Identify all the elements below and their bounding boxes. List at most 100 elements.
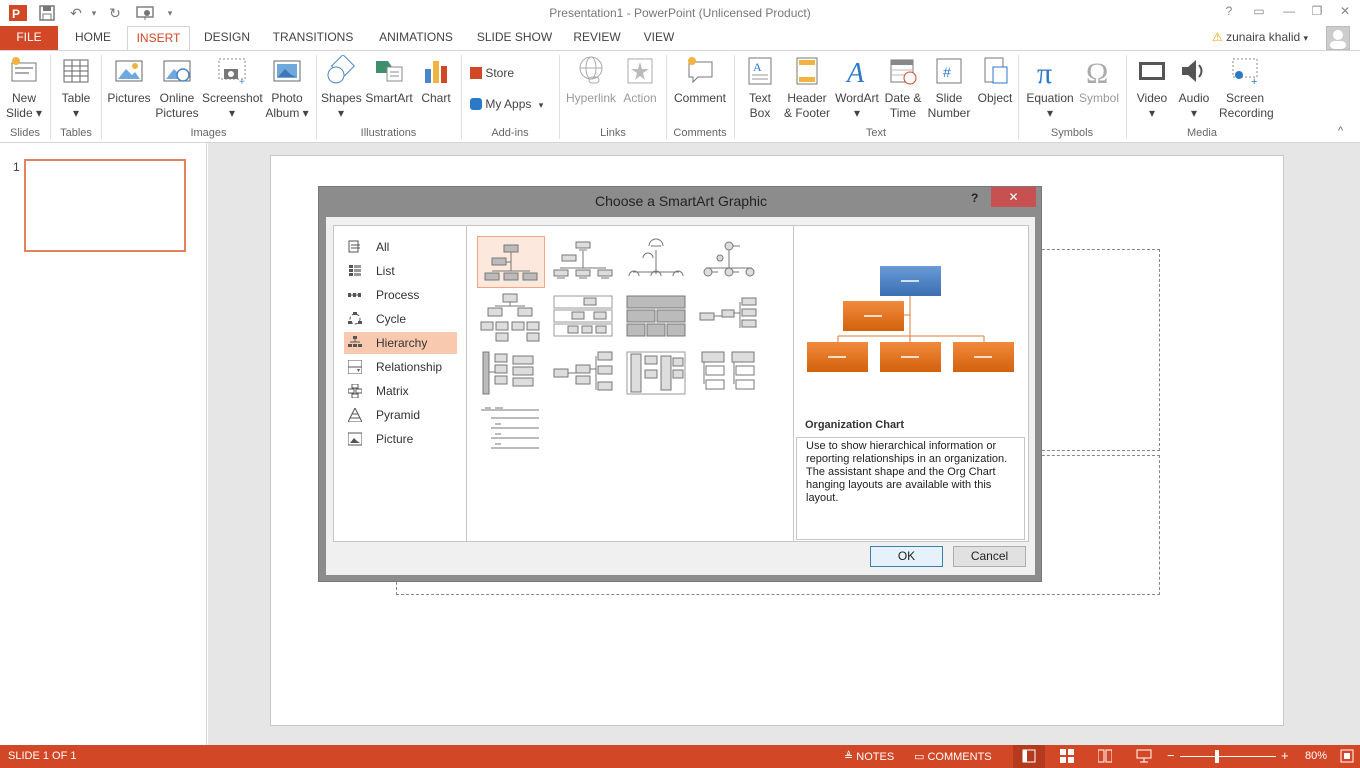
layout-architecture-layout[interactable] [477,348,545,400]
wordart-label: WordArt [835,91,879,105]
preview-description: Use to show hierarchical information or … [796,437,1025,540]
category-hierarchy[interactable]: Hierarchy [344,332,457,354]
category-list-item[interactable]: List [344,260,457,282]
user-account[interactable]: ⚠ zunaira khalid ▾ [1212,26,1308,50]
slide-show-icon[interactable] [1136,749,1152,766]
layout-table-hierarchy[interactable] [623,292,691,344]
tab-transitions[interactable]: TRANSITIONS [267,26,359,50]
date-time-icon [890,59,917,85]
normal-view-button[interactable] [1013,745,1045,768]
category-matrix[interactable]: Matrix [344,380,457,402]
screenshot-button[interactable]: + Screenshot ▾ [202,55,263,121]
help-icon[interactable]: ? [1220,4,1238,20]
online-pictures-button[interactable]: Online Pictures [155,55,199,121]
layout-organization-chart[interactable] [477,236,545,288]
slide-sorter-icon[interactable] [1060,749,1074,766]
store-button[interactable]: Store [470,66,514,84]
dialog-help-icon[interactable]: ? [971,191,985,205]
layout-horizontal-hierarchy[interactable] [696,292,764,344]
layout-lined-list[interactable] [477,404,545,456]
layout-hierarchy-list[interactable] [696,348,764,400]
dialog-close-button[interactable]: ✕ [991,187,1036,207]
zoom-in-icon[interactable]: + [1281,748,1289,763]
layout-hierarchy[interactable] [477,292,545,344]
collapse-ribbon-icon[interactable]: ^ [1338,125,1343,137]
symbol-button[interactable]: Ω Symbol [1077,55,1121,106]
chart-button[interactable]: Chart [418,55,454,106]
tab-slide-show[interactable]: SLIDE SHOW [472,26,557,50]
hierarchy-icon [348,336,362,347]
comments-label: COMMENTS [927,751,992,763]
text-box-button[interactable]: A Text Box [740,55,780,121]
video-dropdown-label: ▾ [1148,106,1156,120]
ribbon-display-options-icon[interactable]: ▭ [1250,4,1268,20]
zoom-slider-handle[interactable] [1215,750,1219,763]
shapes-button[interactable]: Shapes ▾ [321,55,362,121]
wordart-button[interactable]: A WordArt ▾ [834,55,880,121]
maximize-icon[interactable]: ❐ [1308,4,1326,20]
category-label: List [376,264,395,278]
category-picture[interactable]: Picture [344,428,457,450]
action-button[interactable]: Action [620,55,660,106]
slide-number-button[interactable]: # Slide Number [926,55,972,121]
svg-text:+: + [239,77,245,87]
video-button[interactable]: Video ▾ [1132,55,1172,121]
fit-to-window-icon[interactable] [1340,749,1354,766]
tab-animations[interactable]: ANIMATIONS [370,26,462,50]
table-button[interactable]: Table ▾ [56,55,96,121]
zoom-slider[interactable] [1180,756,1276,757]
hyperlink-button[interactable]: Hyperlink [565,55,617,106]
tab-insert[interactable]: INSERT [127,26,190,51]
smartart-button[interactable]: SmartArt [364,55,414,106]
category-all[interactable]: All [344,236,457,258]
close-window-icon[interactable]: ✕ [1336,4,1354,20]
zoom-out-icon[interactable]: − [1167,748,1175,763]
online-pictures-label-2: Pictures [155,106,199,120]
svg-text:+: + [1251,76,1257,87]
ok-button[interactable]: OK [870,546,943,567]
tab-view[interactable]: VIEW [636,26,682,50]
layout-horizontal-org-chart[interactable] [550,348,618,400]
audio-button[interactable]: Audio ▾ [1174,55,1214,121]
notes-button[interactable]: ≜ NOTES [844,750,894,763]
my-apps-icon [470,98,482,110]
group-label-images: Images [190,127,227,139]
layout-half-circle-org-chart[interactable] [623,236,691,288]
reading-view-icon[interactable] [1097,749,1113,766]
hyperlink-label: Hyperlink [565,91,616,105]
object-button[interactable]: Object [975,55,1015,106]
layout-horizontal-multi-level-hierarchy[interactable] [623,348,691,400]
header-footer-button[interactable]: Header & Footer [783,55,831,121]
tab-design[interactable]: DESIGN [198,26,256,50]
slide-thumbnail[interactable] [24,159,186,252]
layout-circle-picture-hierarchy[interactable] [696,236,764,288]
group-label-comments: Comments [673,127,727,139]
pictures-button[interactable]: Pictures [106,55,152,106]
category-label: Relationship [376,360,443,374]
category-pyramid[interactable]: Pyramid [344,404,457,426]
equation-button[interactable]: π Equation ▾ [1024,55,1076,121]
category-process[interactable]: Process [344,284,457,306]
screen-recording-button[interactable]: + Screen Recording [1219,55,1274,121]
category-relationship[interactable]: Relationship [344,356,457,378]
layout-labeled-hierarchy[interactable] [550,292,618,344]
date-time-button[interactable]: Date & Time [883,55,923,121]
layout-name-and-title-org-chart[interactable] [550,236,618,288]
photo-album-label-1: Photo [271,91,303,105]
comments-button[interactable]: ▭ COMMENTS [914,750,992,763]
header-footer-icon [796,57,818,85]
tab-review[interactable]: REVIEW [568,26,626,50]
zoom-level[interactable]: 80% [1305,750,1327,762]
tab-home[interactable]: HOME [67,26,119,50]
photo-album-button[interactable]: Photo Album ▾ [264,55,310,121]
category-cycle[interactable]: Cycle [344,308,457,330]
cancel-button[interactable]: Cancel [953,546,1026,567]
new-slide-button[interactable]: New Slide ▾ [4,55,44,121]
comment-button[interactable]: Comment [671,55,729,106]
my-apps-button[interactable]: My Apps ▾ [470,97,543,115]
tab-file[interactable]: FILE [0,26,58,50]
audio-icon [1182,60,1203,82]
minimize-icon[interactable]: — [1280,4,1298,20]
text-box-label-2: Box [749,106,771,120]
avatar[interactable] [1326,26,1350,50]
